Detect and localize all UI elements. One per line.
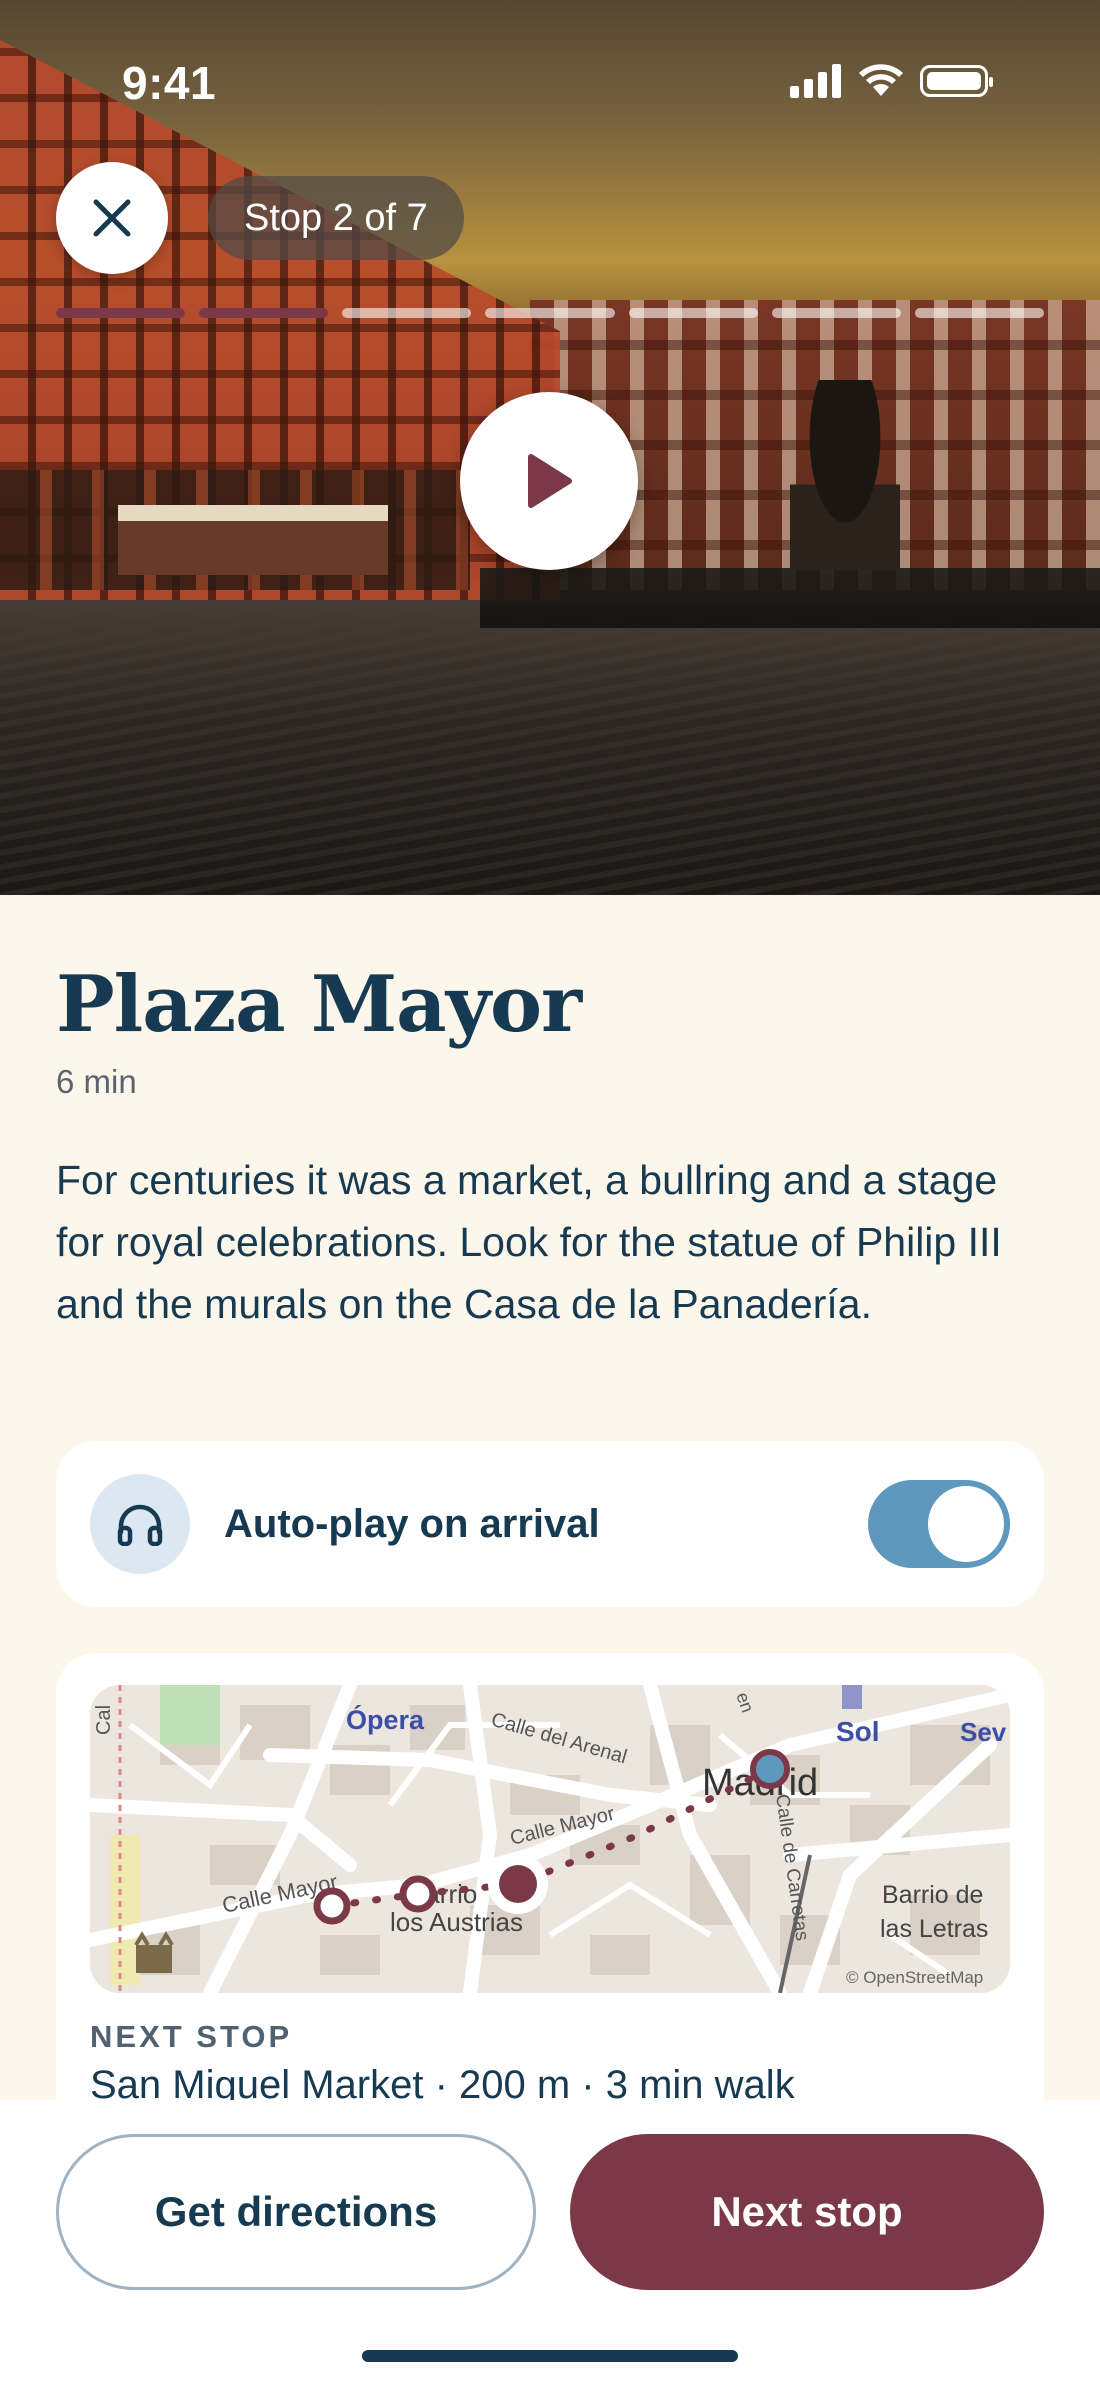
home-indicator: [362, 2350, 738, 2362]
route-stop-marker: [399, 1875, 437, 1913]
stop-title: Plaza Mayor: [56, 959, 582, 1050]
next-stop-marker: [750, 1749, 790, 1789]
headphones-icon: [117, 1504, 163, 1546]
market-stall: [118, 505, 388, 575]
wifi-icon: [859, 64, 903, 96]
equestrian-statue: [790, 380, 900, 570]
next-stop-label: NEXT STOP: [90, 2019, 293, 2054]
close-icon: [93, 199, 131, 237]
progress-segment: [771, 308, 901, 318]
autoplay-card: Auto-play on arrival: [56, 1441, 1044, 1607]
signal-icon: [790, 64, 841, 98]
map-label-opera: Ópera: [346, 1704, 425, 1735]
stop-description: For centuries it was a market, a bullrin…: [56, 1157, 1002, 1327]
map-label-sev: Sev: [960, 1717, 1007, 1747]
progress-segment: [56, 308, 186, 318]
bottom-action-bar: Get directions Next stop: [0, 2100, 1100, 2386]
progress-segment: [914, 308, 1044, 318]
status-time: 9:41: [122, 57, 217, 109]
progress-segment: [342, 308, 472, 318]
autoplay-label: Auto-play on arrival: [224, 1501, 600, 1546]
play-audio-button[interactable]: [460, 392, 638, 570]
landmark-icon: [136, 1945, 172, 1973]
map-label-las-letras: las Letras: [880, 1915, 988, 1943]
progress-segment: [485, 308, 615, 318]
map-attribution: © OpenStreetMap: [846, 1968, 983, 1987]
map-label-sol: Sol: [836, 1716, 880, 1747]
map-label-cal: Cal: [93, 1705, 115, 1735]
map-label-barrio-de: Barrio de: [882, 1881, 983, 1909]
play-icon: [528, 454, 572, 508]
get-directions-button[interactable]: Get directions: [56, 2134, 536, 2290]
status-bar: 9:41: [0, 0, 1100, 150]
progress-segment: [628, 308, 758, 318]
route-map[interactable]: Ópera Calle del Arenal Madrid Sol Sev Ca…: [90, 1685, 1010, 1993]
battery-icon: [920, 65, 993, 97]
progress-segment: [199, 308, 329, 318]
close-button[interactable]: [56, 162, 168, 274]
map-label-austrias: los Austrias: [390, 1907, 523, 1937]
stop-duration: 6 min: [56, 1063, 137, 1100]
route-stop-marker: [313, 1887, 351, 1925]
next-stop-button[interactable]: Next stop: [570, 2134, 1044, 2290]
stop-counter-badge: Stop 2 of 7: [208, 176, 464, 260]
autoplay-toggle[interactable]: [868, 1480, 1010, 1568]
tour-progress: [56, 308, 1044, 318]
